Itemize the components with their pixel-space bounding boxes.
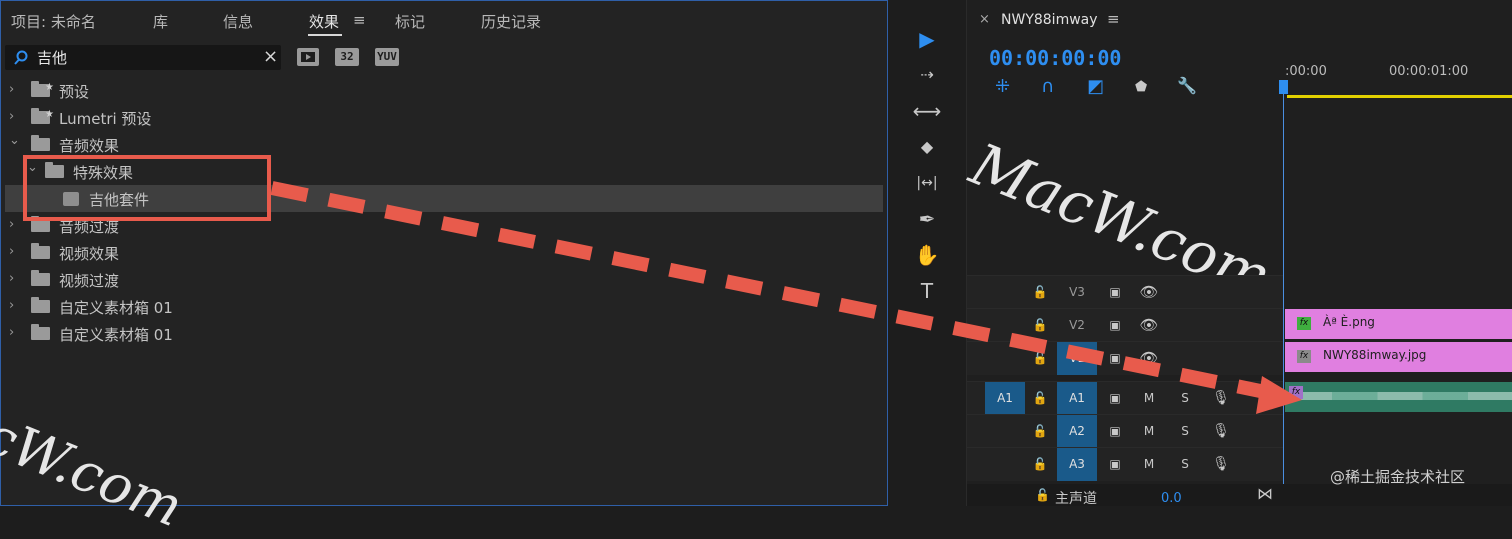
arrow-head bbox=[1256, 376, 1302, 414]
credit-watermark: @稀土掘金技术社区 bbox=[1330, 468, 1466, 486]
arrow-shaft bbox=[270, 181, 1272, 400]
drag-arrow bbox=[270, 181, 1302, 414]
